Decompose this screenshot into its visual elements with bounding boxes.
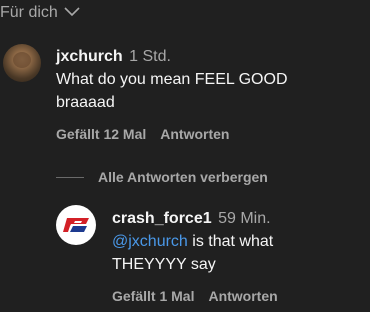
comment-text: What do you mean FEEL GOOD braaaad <box>56 71 288 111</box>
chevron-down-icon <box>64 4 80 22</box>
comment-thread: Für dich jxchurch 1 Std. What do you mea… <box>0 0 370 312</box>
reply-button[interactable]: Antworten <box>160 126 229 142</box>
comment-timestamp: 1 Std. <box>129 48 171 65</box>
hide-replies-button[interactable]: Alle Antworten verbergen <box>56 169 268 185</box>
hide-replies-label: Alle Antworten verbergen <box>98 169 268 185</box>
brand-logo-icon <box>63 218 89 232</box>
reply-actions: Gefällt 1 Mal Antworten <box>112 288 278 304</box>
comment-actions: Gefällt 12 Mal Antworten <box>56 126 229 142</box>
filter-label: Für dich <box>0 4 58 21</box>
reply-username[interactable]: crash_force1 <box>112 210 212 227</box>
comment: jxchurch 1 Std. What do you mean FEEL GO… <box>56 46 326 114</box>
reply: crash_force1 59 Min. @jxchurch is that w… <box>112 208 332 276</box>
likes-count[interactable]: Gefällt 12 Mal <box>56 126 146 142</box>
filter-dropdown[interactable]: Für dich <box>0 0 80 26</box>
mention-link[interactable]: @jxchurch <box>112 233 188 250</box>
comment-username[interactable]: jxchurch <box>56 48 123 65</box>
likes-count[interactable]: Gefällt 1 Mal <box>112 288 194 304</box>
reply-text: @jxchurch is that what THEYYYY say <box>112 233 274 273</box>
divider <box>56 176 84 178</box>
avatar[interactable] <box>3 44 41 82</box>
reply-timestamp: 59 Min. <box>218 210 271 227</box>
reply-button[interactable]: Antworten <box>208 288 277 304</box>
avatar[interactable] <box>56 205 96 245</box>
